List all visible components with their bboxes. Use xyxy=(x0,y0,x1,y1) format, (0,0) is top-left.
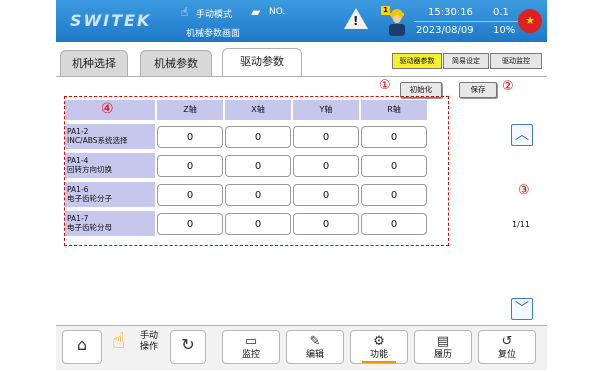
nav-reset[interactable]: ↺ 复位 xyxy=(478,330,536,364)
reset-icon: ↺ xyxy=(501,334,513,349)
page-up-button[interactable]: ︿ xyxy=(511,124,533,146)
subtab-driver-params[interactable]: 驱动器参数 xyxy=(392,53,442,69)
param-name: 电子齿轮分子 xyxy=(67,194,112,203)
clock-date: 2023/08/09 xyxy=(416,25,474,36)
nav-edit[interactable]: ✎ 编辑 xyxy=(286,330,344,364)
manual-label-1: 手动 xyxy=(140,331,159,341)
page-down-button[interactable]: ﹀ xyxy=(511,298,533,320)
annotation-marker-3: ③ xyxy=(518,183,530,198)
speed-percent: 10% xyxy=(493,25,516,36)
hand-pointer-icon: ☝ xyxy=(181,5,189,19)
param-value-field[interactable]: 0 xyxy=(225,213,291,235)
page-indicator: 1/11 xyxy=(512,220,530,229)
param-value-field[interactable]: 0 xyxy=(361,126,427,148)
active-nav-indicator xyxy=(362,361,396,363)
operator-level-badge: 1 xyxy=(381,6,390,15)
table-row-label: PA1-4 回转方向切换 xyxy=(65,153,155,178)
nav-label: 复位 xyxy=(497,350,516,360)
param-value-field[interactable]: 0 xyxy=(361,155,427,177)
param-value-field[interactable]: 0 xyxy=(225,184,291,206)
annotation-marker-1: ① xyxy=(379,78,391,93)
clock-time: 15:30:16 xyxy=(428,7,473,18)
nav-monitor[interactable]: ▭ 监控 xyxy=(222,330,280,364)
param-name: 回转方向切换 xyxy=(67,165,112,174)
switek-logo: SWITEK xyxy=(70,11,152,30)
history-icon: ▤ xyxy=(436,334,450,349)
param-name: INC/ABS系统选择 xyxy=(67,136,128,145)
manual-label-2: 操作 xyxy=(140,342,159,352)
manual-operation-button[interactable]: 手动 操作 xyxy=(140,331,158,353)
program-number: NO. xyxy=(269,7,286,17)
column-header-z: Z轴 xyxy=(157,100,223,120)
cycle-button[interactable]: ↻ xyxy=(170,330,206,364)
cycle-icon: ↻ xyxy=(181,335,195,354)
subtab-drive-monitor[interactable]: 驱动监控 xyxy=(490,53,542,69)
annotation-marker-2: ② xyxy=(502,79,514,94)
column-header-x: X轴 xyxy=(225,100,291,120)
save-button[interactable]: 保存 xyxy=(459,82,497,98)
nav-label: 功能 xyxy=(369,350,388,360)
param-value-field[interactable]: 0 xyxy=(157,184,223,206)
table-row-label: PA1-6 电子齿轮分子 xyxy=(65,182,155,207)
monitor-icon: ▭ xyxy=(244,334,258,349)
nav-function[interactable]: ⚙ 功能 xyxy=(350,330,408,364)
china-flag-icon[interactable]: ★ xyxy=(518,9,542,33)
hand-icon: ☝ xyxy=(112,329,126,354)
nav-label: 履历 xyxy=(433,350,452,360)
header-divider xyxy=(414,21,524,22)
nav-label: 编辑 xyxy=(305,350,324,360)
edit-icon: ✎ xyxy=(309,334,321,349)
nav-history[interactable]: ▤ 履历 xyxy=(414,330,472,364)
nav-label: 监控 xyxy=(241,350,260,360)
warning-mark: ! xyxy=(353,14,359,28)
param-value-field[interactable]: 0 xyxy=(293,155,359,177)
annotation-marker-4: ④ xyxy=(101,101,114,117)
mode-label: 手动模式 xyxy=(196,10,233,20)
param-name: 电子齿轮分母 xyxy=(67,223,112,232)
chevron-up-icon: ︿ xyxy=(515,127,529,143)
tab-mechanical-params[interactable]: 机械参数 xyxy=(140,50,212,77)
param-value-field[interactable]: 0 xyxy=(225,126,291,148)
tab-model-select[interactable]: 机种选择 xyxy=(60,50,128,77)
header-bar: SWITEK ☝ 手动模式 ▰ NO. 机械参数画面 ! 1 15:30:16 … xyxy=(56,0,547,42)
param-code: PA1-7 xyxy=(67,214,89,223)
column-header-r: R轴 xyxy=(361,100,427,120)
home-button[interactable]: ⌂ xyxy=(62,330,102,364)
tab-drive-params[interactable]: 驱动参数 xyxy=(222,48,302,77)
home-icon: ⌂ xyxy=(76,335,88,354)
param-value-field[interactable]: 0 xyxy=(157,126,223,148)
subtab-simple-setup[interactable]: 简易设定 xyxy=(443,53,489,69)
param-value-field[interactable]: 0 xyxy=(293,126,359,148)
table-row-label: PA1-2 INC/ABS系统选择 xyxy=(65,124,155,149)
table-row-label: PA1-7 电子齿轮分母 xyxy=(65,211,155,236)
folder-icon: ▰ xyxy=(251,5,261,19)
speed-value: 0.1 xyxy=(493,7,509,18)
param-code: PA1-4 xyxy=(67,156,89,165)
hmi-screen: SWITEK ☝ 手动模式 ▰ NO. 机械参数画面 ! 1 15:30:16 … xyxy=(56,0,547,372)
param-value-field[interactable]: 0 xyxy=(225,155,291,177)
chevron-down-icon: ﹀ xyxy=(515,301,529,317)
tab-divider xyxy=(56,76,547,77)
column-header-y: Y轴 xyxy=(293,100,359,120)
param-value-field[interactable]: 0 xyxy=(361,184,427,206)
param-value-field[interactable]: 0 xyxy=(157,155,223,177)
screen-subtitle: 机械参数画面 xyxy=(186,29,241,39)
param-code: PA1-2 xyxy=(67,127,89,136)
param-value-field[interactable]: 0 xyxy=(293,213,359,235)
param-code: PA1-6 xyxy=(67,185,89,194)
param-value-field[interactable]: 0 xyxy=(157,213,223,235)
param-value-field[interactable]: 0 xyxy=(293,184,359,206)
param-value-field[interactable]: 0 xyxy=(361,213,427,235)
gear-icon: ⚙ xyxy=(373,334,385,349)
